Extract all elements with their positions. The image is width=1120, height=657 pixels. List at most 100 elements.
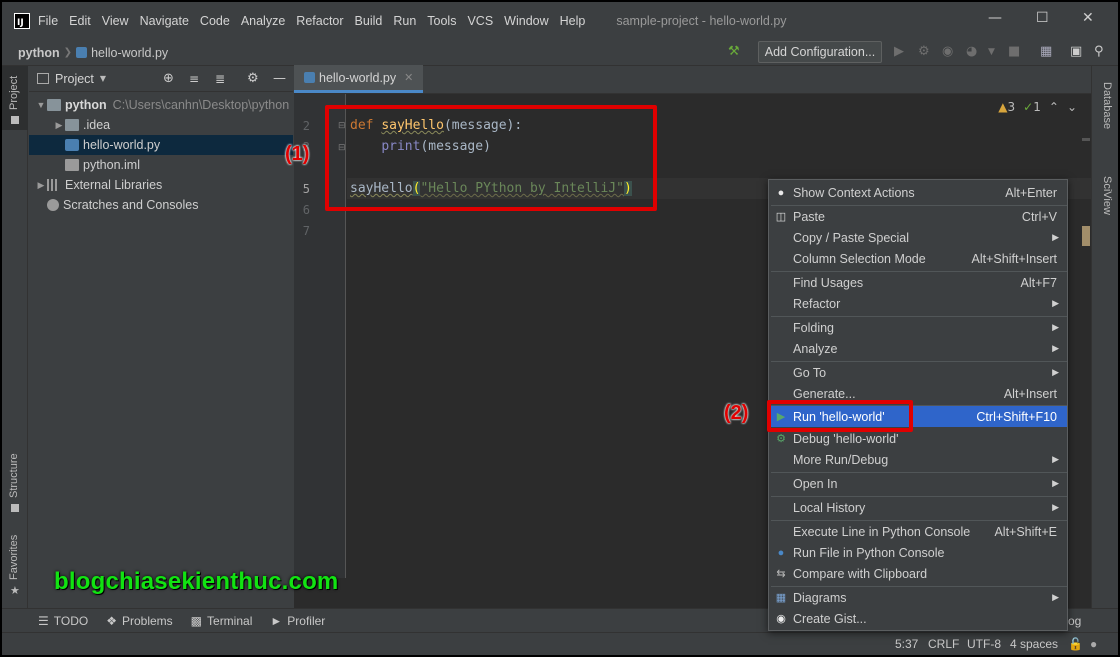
cursor-position[interactable]: 5:37 (895, 637, 918, 651)
menu-file[interactable]: File (38, 14, 58, 28)
chevron-down-icon[interactable]: ⌄ (1067, 100, 1077, 114)
collapse-all-icon[interactable]: ≣ (215, 72, 225, 86)
tree-item-idea[interactable]: ▶ .idea (29, 115, 293, 135)
tree-item-external-libraries[interactable]: ▶ External Libraries (29, 175, 293, 195)
breadcrumb-separator-icon: ❯ (63, 47, 73, 58)
tree-item-python-iml[interactable]: python.iml (29, 155, 293, 175)
profiler-tool-button[interactable]: ► Profiler (270, 614, 325, 628)
menu-tools[interactable]: Tools (427, 14, 456, 28)
menu-item-compare-clipboard[interactable]: ⇆ Compare with Clipboard (769, 563, 1067, 584)
menu-item-execute-line[interactable]: Execute Line in Python Console Alt+Shift+… (769, 521, 1067, 542)
locate-file-icon[interactable]: ⊕ (163, 71, 174, 86)
search-everywhere-icon[interactable]: ⚲ (1094, 44, 1104, 59)
left-tool-strip: Project Structure Favorites ★ (2, 66, 28, 608)
menu-navigate[interactable]: Navigate (140, 14, 189, 28)
menu-help[interactable]: Help (560, 14, 586, 28)
menu-window[interactable]: Window (504, 14, 548, 28)
maximize-icon[interactable]: ☐ (1036, 10, 1049, 26)
navigation-bar: python ❯ hello-world.py ⚒ Add Configurat… (2, 40, 1118, 66)
run-icon[interactable]: ▶ (894, 44, 904, 59)
project-structure-icon[interactable]: ▦ (1040, 44, 1052, 59)
python-file-icon (65, 139, 79, 151)
menu-refactor[interactable]: Refactor (296, 14, 343, 28)
menu-edit[interactable]: Edit (69, 14, 91, 28)
layout-icon[interactable]: ▣ (1070, 44, 1082, 59)
debug-icon[interactable]: ⚙ (918, 44, 930, 59)
menu-item-copy-paste-special[interactable]: Copy / Paste Special ▶ (769, 227, 1067, 248)
structure-tool-tab[interactable]: Structure (2, 446, 28, 518)
menu-item-refactor[interactable]: Refactor ▶ (769, 293, 1067, 314)
folder-icon (65, 119, 79, 131)
add-configuration-button[interactable]: Add Configuration... (758, 41, 882, 63)
menu-item-run-file-console[interactable]: ● Run File in Python Console (769, 542, 1067, 563)
chevron-down-icon[interactable]: ▼ (35, 100, 47, 110)
line-number: 2 (302, 119, 310, 133)
minimize-icon[interactable]: — (988, 10, 1002, 26)
menu-item-analyze[interactable]: Analyze ▶ (769, 338, 1067, 359)
menu-item-folding[interactable]: Folding ▶ (769, 317, 1067, 338)
menu-item-find-usages[interactable]: Find Usages Alt+F7 (769, 272, 1067, 293)
favorites-tool-tab[interactable]: Favorites ★ (2, 528, 28, 606)
menu-item-column-selection-mode[interactable]: Column Selection Mode Alt+Shift+Insert (769, 248, 1067, 269)
hide-panel-icon[interactable]: — (273, 71, 286, 86)
title-bar: IJ File Edit View Navigate Code Analyze … (2, 2, 1118, 40)
tree-item-label: python (65, 98, 107, 112)
menu-item-diagrams[interactable]: ▦ Diagrams ▶ (769, 587, 1067, 608)
tree-item-scratches[interactable]: Scratches and Consoles (29, 195, 293, 215)
project-tool-tab[interactable]: Project (2, 66, 28, 130)
close-tab-icon[interactable]: ✕ (404, 71, 413, 84)
todo-tool-button[interactable]: ☰ TODO (38, 614, 88, 628)
breadcrumb-project[interactable]: python (18, 46, 60, 60)
tree-item-label: python.iml (83, 158, 140, 172)
expand-all-icon[interactable]: ≡ (189, 72, 199, 86)
diagram-icon: ▦ (775, 592, 787, 604)
stop-icon[interactable]: ■ (1008, 44, 1020, 59)
file-encoding[interactable]: UTF-8 (967, 637, 1001, 651)
clipboard-icon: ◫ (775, 211, 787, 223)
profile-icon[interactable]: ◕ (966, 44, 977, 59)
structure-icon (11, 504, 19, 512)
project-panel-header: Project ▼ ⊕ ≡ ≣ ⚙ — (29, 66, 293, 92)
menu-item-local-history[interactable]: Local History ▶ (769, 497, 1067, 518)
close-icon[interactable]: ✕ (1082, 10, 1094, 26)
gear-icon[interactable]: ⚙ (247, 71, 259, 86)
database-tool-tab[interactable]: Database (1101, 82, 1113, 129)
chevron-right-icon[interactable]: ▶ (35, 180, 47, 191)
menu-item-show-context-actions[interactable]: ● Show Context Actions Alt+Enter (769, 182, 1067, 203)
library-icon (47, 179, 61, 191)
tree-item-label: .idea (83, 118, 111, 132)
sciview-tool-tab[interactable]: SciView (1101, 176, 1113, 215)
menu-item-more-run-debug[interactable]: More Run/Debug ▶ (769, 449, 1067, 470)
chevron-down-icon[interactable]: ▼ (100, 74, 106, 83)
build-hammer-icon[interactable]: ⚒ (728, 44, 740, 59)
menu-bar: File Edit View Navigate Code Analyze Ref… (38, 14, 596, 28)
terminal-tool-button[interactable]: ▩ Terminal (191, 614, 253, 628)
line-separator[interactable]: CRLF (928, 637, 959, 651)
iml-file-icon (65, 159, 79, 171)
menu-item-paste[interactable]: ◫ Paste Ctrl+V (769, 206, 1067, 227)
lock-icon[interactable]: 🔓 (1068, 637, 1083, 651)
chevron-right-icon[interactable]: ▶ (53, 120, 65, 131)
menu-build[interactable]: Build (355, 14, 383, 28)
notifications-icon[interactable]: ● (1090, 637, 1097, 651)
menu-vcs[interactable]: VCS (467, 14, 493, 28)
problems-tool-button[interactable]: ❖ Problems (106, 614, 172, 628)
tree-item-python-root[interactable]: ▼ python C:\Users\canhn\Desktop\python (29, 95, 293, 115)
inspection-widget[interactable]: ▲3 ✓1 ⌃ ⌄ (998, 100, 1077, 114)
event-log-partial[interactable]: og (1068, 614, 1081, 628)
chevron-up-icon[interactable]: ⌃ (1049, 100, 1059, 114)
project-panel-title[interactable]: Project (55, 72, 94, 86)
menu-analyze[interactable]: Analyze (241, 14, 285, 28)
menu-run[interactable]: Run (393, 14, 416, 28)
indent-setting[interactable]: 4 spaces (1010, 637, 1058, 651)
menu-item-go-to[interactable]: Go To ▶ (769, 362, 1067, 383)
tab-hello-world[interactable]: hello-world.py ✕ (294, 65, 424, 93)
breadcrumb-file[interactable]: hello-world.py (91, 46, 168, 60)
menu-view[interactable]: View (102, 14, 129, 28)
menu-item-open-in[interactable]: Open In ▶ (769, 473, 1067, 494)
more-run-dropdown-icon[interactable]: ▼ (988, 47, 995, 57)
menu-item-create-gist[interactable]: ◉ Create Gist... (769, 608, 1067, 629)
tree-item-hello-world[interactable]: hello-world.py (29, 135, 293, 155)
menu-code[interactable]: Code (200, 14, 230, 28)
coverage-icon[interactable]: ◉ (942, 44, 953, 59)
